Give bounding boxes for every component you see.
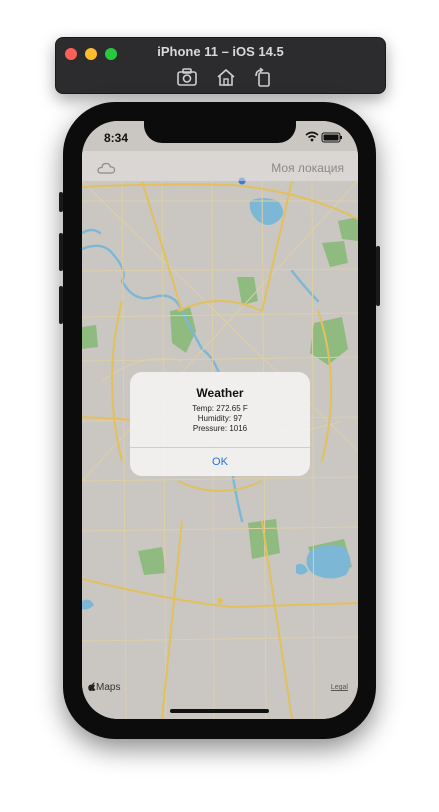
alert-pressure: Pressure: 1016 xyxy=(192,424,248,433)
legal-link[interactable]: Legal xyxy=(331,684,348,691)
screenshot-icon[interactable] xyxy=(176,67,198,87)
alert-message: Temp: 272.65 F Humidity: 97 Pressure: 10… xyxy=(130,404,310,434)
maps-logo-text: Maps xyxy=(96,682,121,693)
volume-up-button xyxy=(59,233,63,271)
cloud-icon[interactable] xyxy=(96,161,116,175)
status-time: 8:34 xyxy=(104,131,129,145)
wifi-icon xyxy=(305,131,319,142)
notch xyxy=(144,121,296,143)
maps-logo: Maps xyxy=(88,682,120,693)
alert-temp: Temp: 272.65 F xyxy=(192,404,248,413)
apple-logo-icon xyxy=(88,682,96,691)
device-screen: Моя локация 8:34 Weather Temp: 272.65 F … xyxy=(82,121,358,719)
rotate-icon[interactable] xyxy=(252,67,274,87)
power-button xyxy=(376,246,380,306)
battery-icon xyxy=(321,132,342,143)
simulator-toolbar: iPhone 11 – iOS 14.5 xyxy=(55,37,386,94)
home-indicator[interactable] xyxy=(170,709,269,713)
simulator-title: iPhone 11 – iOS 14.5 xyxy=(157,44,284,59)
alert-ok-button[interactable]: OK xyxy=(130,448,310,476)
silent-switch xyxy=(59,192,63,212)
alert-title: Weather xyxy=(196,386,244,400)
volume-down-button xyxy=(59,286,63,324)
my-location-button[interactable]: Моя локация xyxy=(271,161,344,175)
home-icon[interactable] xyxy=(215,67,237,87)
status-icons xyxy=(305,131,342,143)
alert-humidity: Humidity: 97 xyxy=(197,414,243,423)
weather-alert: Weather Temp: 272.65 F Humidity: 97 Pres… xyxy=(130,372,310,476)
